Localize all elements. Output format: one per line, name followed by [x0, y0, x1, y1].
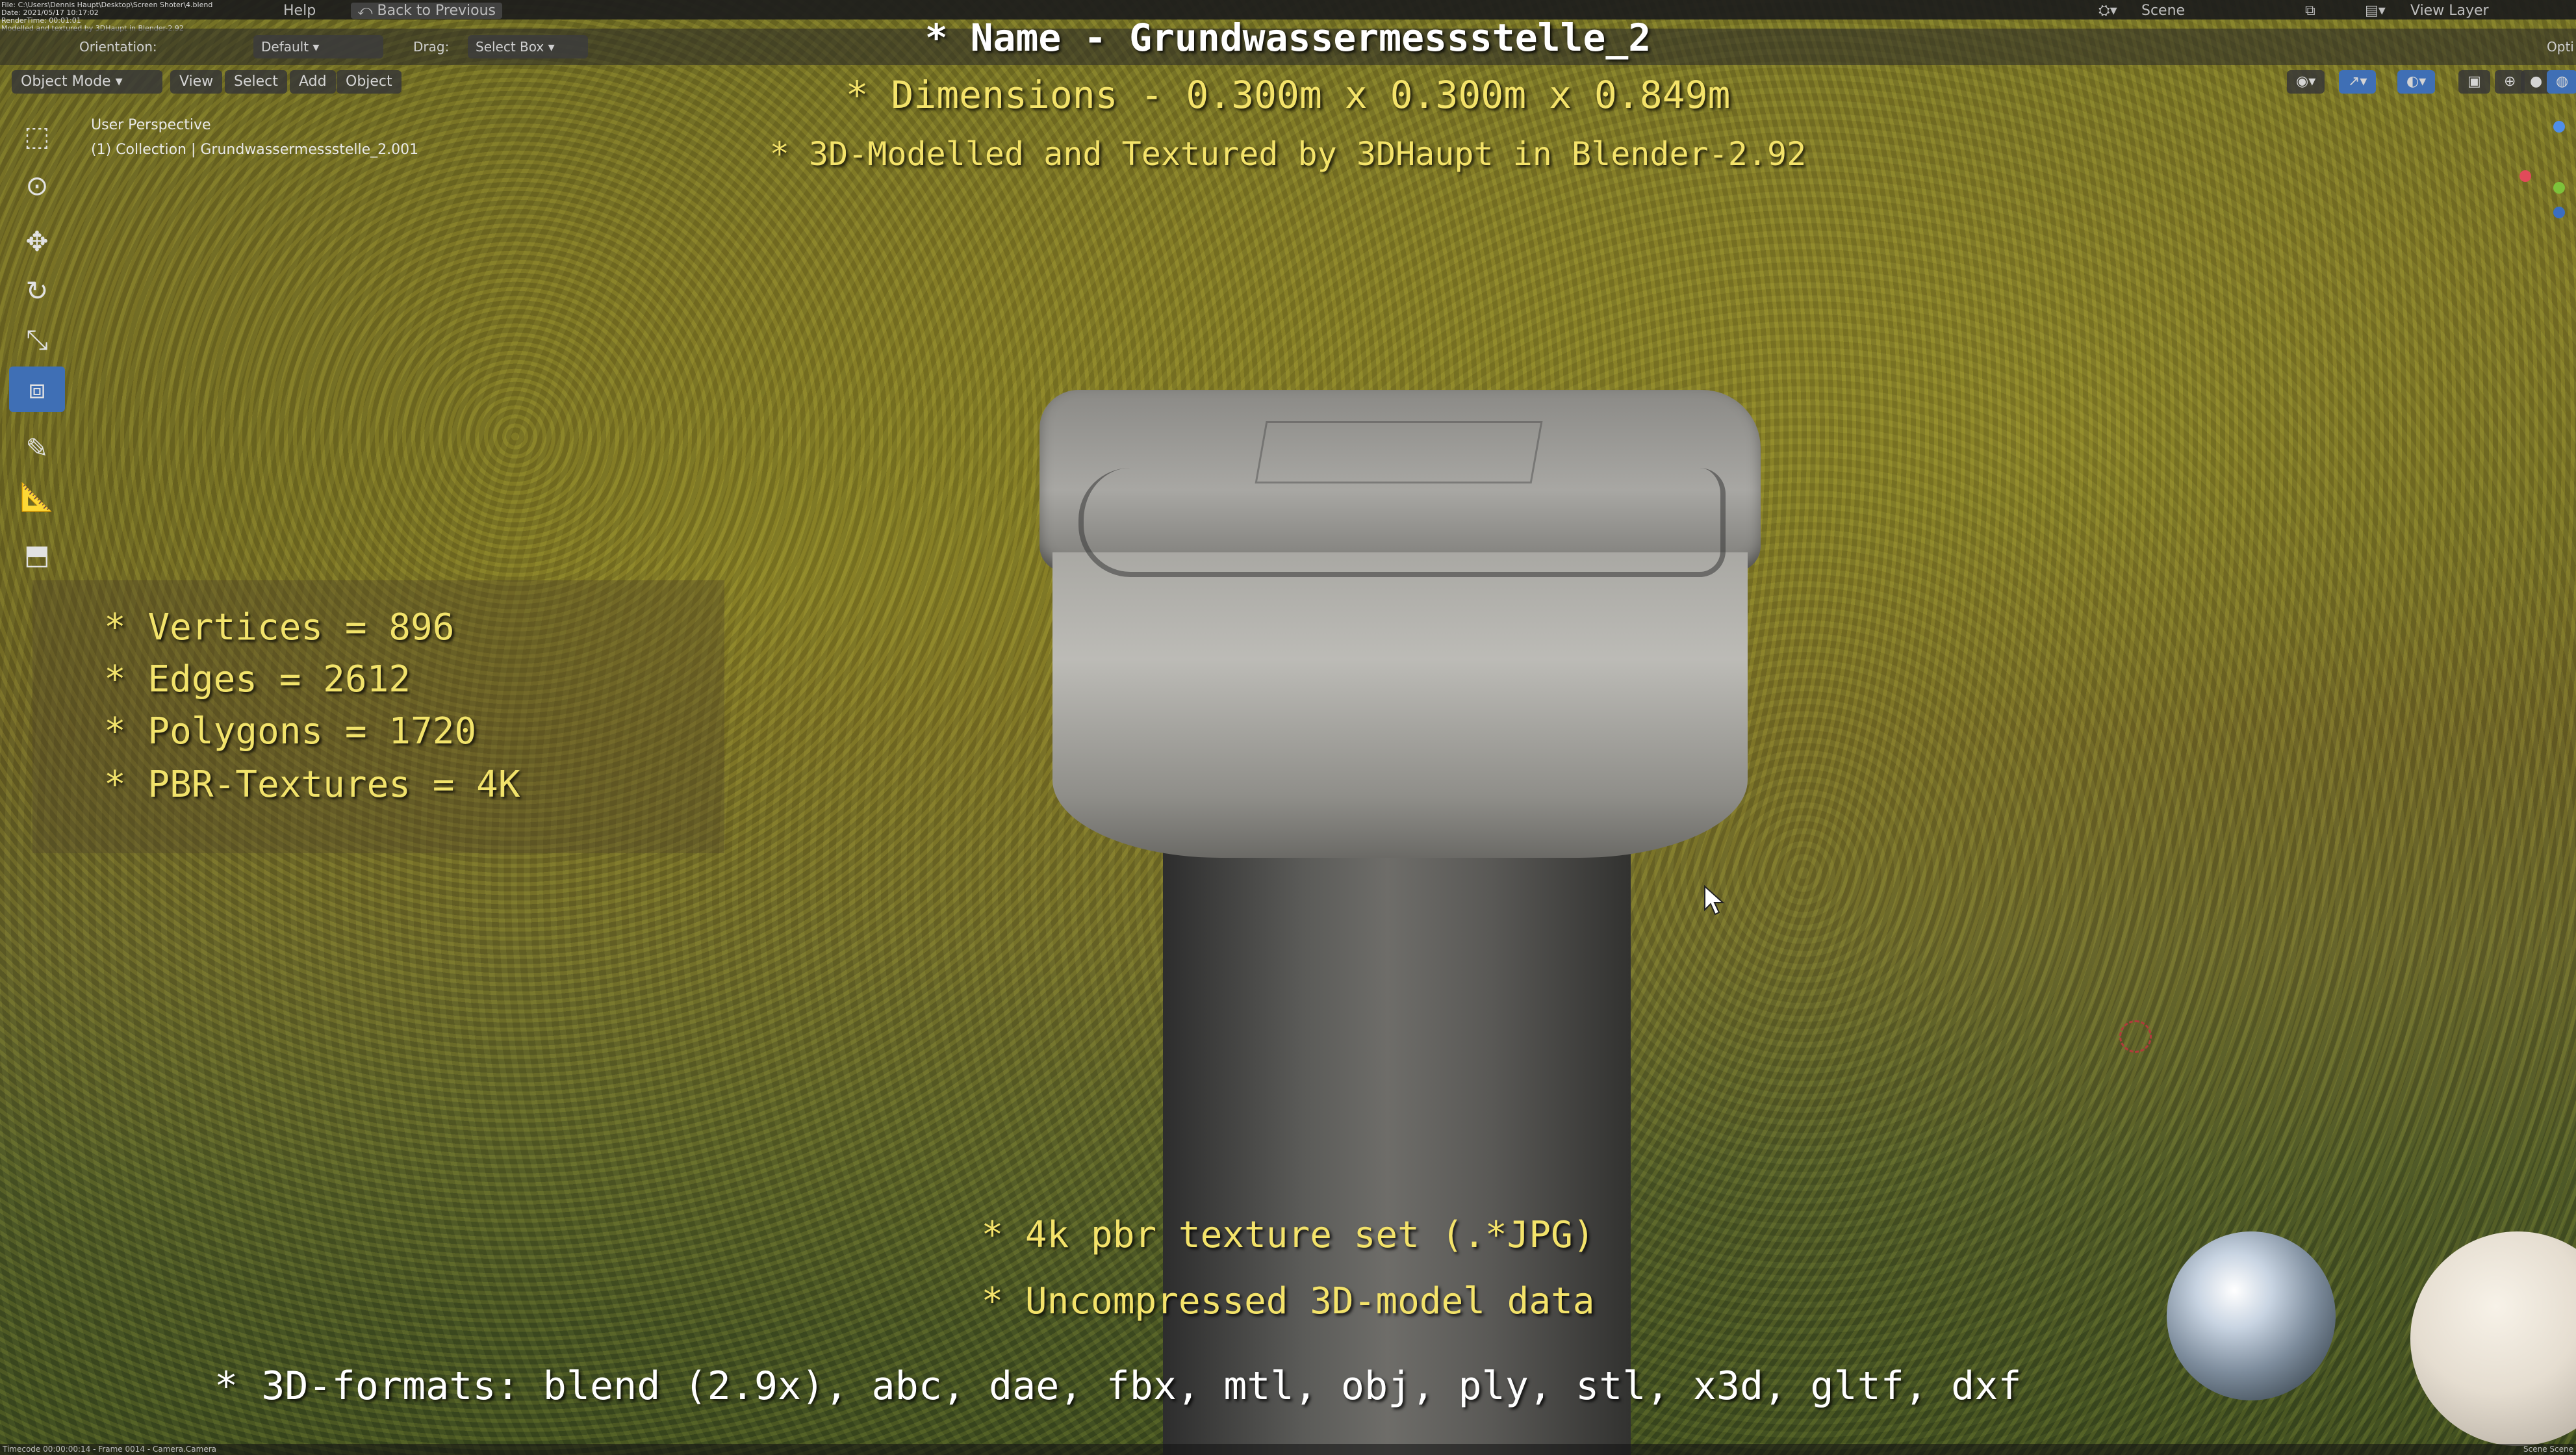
feature-texture-set: * 4k pbr texture set (.*JPG): [981, 1214, 1595, 1256]
feature-formats: * 3D-formats: blend (2.9x), abc, dae, fb…: [214, 1363, 2022, 1409]
stats-panel: * Vertices = 896 * Edges = 2612 * Polygo…: [32, 580, 724, 853]
rotate-tool-icon[interactable]: ↻: [9, 268, 65, 313]
cap-seam: [1078, 468, 1726, 577]
scale-tool-icon[interactable]: ⤡: [9, 317, 65, 363]
transform-tool-icon[interactable]: ⧈: [9, 367, 65, 412]
status-footer: Timecode 00:00:00:14 - Frame 0014 - Came…: [0, 1444, 2576, 1455]
gizmo-y-axis[interactable]: [2553, 182, 2565, 194]
stat-polygons: * Polygons = 1720: [104, 710, 477, 753]
model-name: * Name - Grundwassermessstelle_2: [925, 16, 1651, 60]
cap-model[interactable]: [1039, 390, 1761, 858]
annotate-tool-icon[interactable]: ✎: [9, 425, 65, 470]
stat-edges: * Edges = 2612: [104, 658, 411, 701]
gizmo-z-axis[interactable]: [2553, 121, 2565, 133]
file-info-line: File: C:\Users\Dennis Haupt\Desktop\Scre…: [1, 1, 213, 9]
mouse-pointer-icon: [1704, 885, 1725, 916]
stat-textures: * PBR-Textures = 4K: [104, 764, 520, 806]
model-dimensions: * Dimensions - 0.300m x 0.300m x 0.849m: [845, 73, 1731, 117]
cap-band: [1052, 552, 1748, 858]
measure-tool-icon[interactable]: 📐: [9, 474, 65, 520]
add-cube-tool-icon[interactable]: ⬒: [9, 532, 65, 577]
3d-cursor-icon[interactable]: [2119, 1020, 2152, 1053]
stat-vertices: * Vertices = 896: [104, 606, 455, 649]
footer-scene: Scene Scene: [2523, 1445, 2573, 1454]
navigation-gizmo[interactable]: [2519, 117, 2571, 234]
gizmo-neg-z-axis[interactable]: [2553, 207, 2565, 218]
model-credit: * 3D-Modelled and Textured by 3DHaupt in…: [769, 135, 1807, 173]
footer-timecode: Timecode 00:00:00:14 - Frame 0014 - Came…: [3, 1445, 216, 1454]
move-tool-icon[interactable]: ✥: [9, 218, 65, 264]
pipe-model[interactable]: [1163, 806, 1631, 1455]
feature-model-data: * Uncompressed 3D-model data: [981, 1280, 1595, 1322]
